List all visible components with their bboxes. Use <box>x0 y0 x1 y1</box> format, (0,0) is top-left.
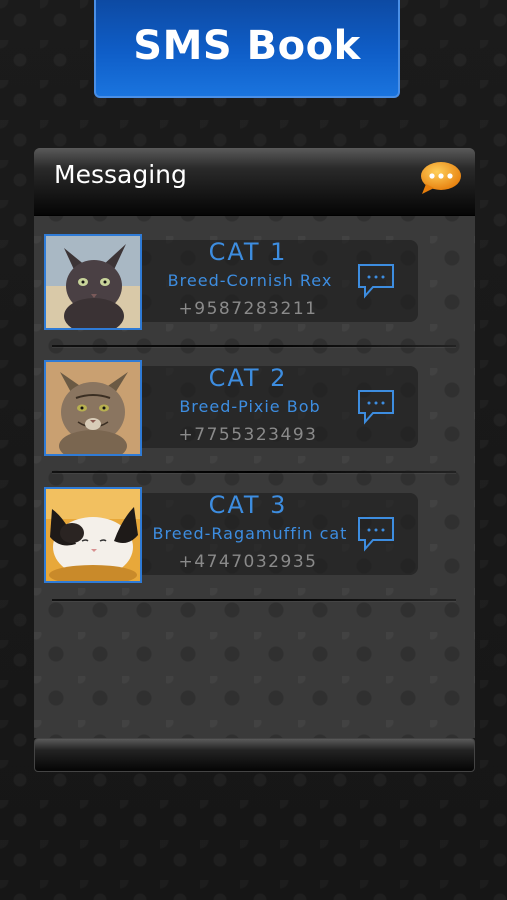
contact-phone: +4747032935 <box>178 552 318 572</box>
contact-row[interactable]: CAT 1 Breed-Cornish Rex +9587283211 <box>44 234 464 334</box>
cat-photo-image <box>46 362 140 454</box>
contact-breed: Breed-Ragamuffin cat <box>152 524 348 543</box>
contact-photo[interactable] <box>44 234 142 330</box>
contact-name: CAT 2 <box>208 364 288 392</box>
panel-header: Messaging <box>34 148 475 216</box>
contact-name: CAT 3 <box>208 491 288 519</box>
row-divider <box>52 471 456 473</box>
contact-row[interactable]: CAT 3 Breed-Ragamuffin cat +4747032935 <box>44 487 464 587</box>
contact-breed: Breed-Cornish Rex <box>167 271 333 290</box>
messaging-panel: Messaging CAT 1 Breed-Cornish Rex +95872… <box>34 148 475 738</box>
panel-title: Messaging <box>54 160 187 189</box>
cat-photo-image <box>46 236 140 328</box>
contact-phone: +9587283211 <box>178 299 318 319</box>
cat-photo-image <box>46 489 140 581</box>
chat-bubble-icon[interactable] <box>418 160 462 196</box>
app-screen: SMS Book Messaging CAT 1 Breed-Cornish R… <box>0 0 507 900</box>
panel-footer-bar <box>34 738 475 772</box>
contact-name: CAT 1 <box>208 238 288 266</box>
contact-phone: +7755323493 <box>178 425 318 445</box>
message-icon[interactable] <box>356 515 396 553</box>
app-title: SMS Book <box>133 23 361 69</box>
row-divider <box>52 599 456 601</box>
contact-row[interactable]: CAT 2 Breed-Pixie Bob +7755323493 <box>44 360 464 460</box>
contact-photo[interactable] <box>44 360 142 456</box>
message-icon[interactable] <box>356 262 396 300</box>
contact-photo[interactable] <box>44 487 142 583</box>
app-title-banner: SMS Book <box>94 0 400 98</box>
contact-breed: Breed-Pixie Bob <box>179 397 321 416</box>
message-icon[interactable] <box>356 388 396 426</box>
row-divider <box>52 345 456 347</box>
